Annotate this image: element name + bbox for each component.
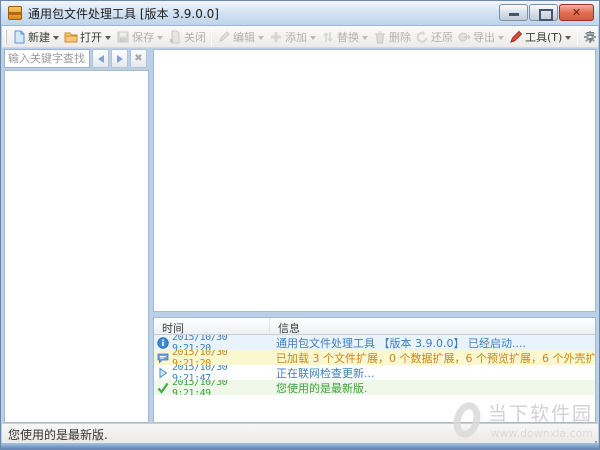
add-plus-icon [269, 30, 283, 44]
toolbar-button-open[interactable]: 打开 [62, 27, 114, 47]
tools-pen-icon [509, 30, 523, 44]
app-window: 通用包文件处理工具 [版本 3.9.0.0] 新建 打开 保存 关闭 [0, 0, 600, 450]
main-content-area[interactable] [153, 49, 596, 312]
window-frame-bottom [1, 443, 599, 449]
maximize-button[interactable] [529, 4, 558, 21]
title-bar[interactable]: 通用包文件处理工具 [版本 3.9.0.0] [1, 1, 599, 26]
log-time: 2015/10/30 9:21:20 [172, 335, 270, 350]
clear-search-button[interactable]: ✖ [130, 49, 147, 68]
play-icon [157, 367, 169, 379]
toolbar-button-new[interactable]: 新建 [10, 27, 62, 47]
info-icon [157, 337, 169, 349]
toolbar-button-close-file[interactable]: 关闭 [166, 27, 208, 47]
toolbar-button-tools[interactable]: 工具(T) [507, 27, 574, 47]
log-row[interactable]: 2015/10/30 9:21:20 已加载 3 个文件扩展，0 个数据扩展，6… [154, 350, 595, 365]
log-time: 2015/10/30 9:21:49 [172, 380, 270, 395]
sidebar-search-row: ✖ [4, 49, 149, 68]
chevron-down-icon[interactable] [51, 29, 60, 45]
close-button[interactable] [559, 4, 594, 21]
clear-x-icon: ✖ [134, 54, 142, 64]
file-tree-panel[interactable] [4, 70, 149, 423]
open-folder-icon [64, 30, 78, 44]
toolbar-button-export[interactable]: 导出 [455, 27, 507, 47]
close-file-icon [168, 30, 182, 44]
column-header-message[interactable]: 信息 [270, 318, 595, 334]
log-message: 通用包文件处理工具 【版本 3.9.0.0】 已经启动.... [270, 335, 595, 350]
save-icon [116, 30, 130, 44]
arrow-left-icon [98, 55, 104, 63]
toolbar: 新建 打开 保存 关闭 编辑 添加 [2, 26, 598, 48]
minimize-button[interactable] [499, 4, 528, 21]
toolbar-button-edit[interactable]: 编辑 [215, 27, 267, 47]
column-header-time[interactable]: 时间 [154, 318, 270, 334]
chevron-down-icon[interactable] [308, 29, 317, 45]
chevron-down-icon[interactable] [155, 29, 164, 45]
log-time: 2015/10/30 9:21:47 [172, 365, 270, 380]
log-message: 正在联网检查更新... [270, 365, 595, 380]
toolbar-button-restore[interactable]: 还原 [413, 27, 455, 47]
toolbar-button-delete[interactable]: 删除 [371, 27, 413, 47]
toolbar-overflow-button[interactable] [585, 30, 596, 44]
comment-icon [157, 352, 169, 364]
toolbar-gripper[interactable] [5, 30, 7, 44]
log-row[interactable]: 2015/10/30 9:21:20 通用包文件处理工具 【版本 3.9.0.0… [154, 335, 595, 350]
status-text: 您使用的是最新版. [8, 428, 108, 442]
toolbar-button-add[interactable]: 添加 [267, 27, 319, 47]
resize-grip[interactable] [587, 437, 597, 447]
export-icon [457, 30, 471, 44]
chevron-down-icon[interactable] [563, 29, 572, 45]
toolbar-separator [577, 29, 578, 45]
log-table-header: 时间 信息 [154, 318, 595, 335]
chevron-down-icon[interactable] [256, 29, 265, 45]
log-row[interactable]: 2015/10/30 9:21:49 您使用的是最新版. [154, 380, 595, 395]
chevron-down-icon[interactable] [496, 29, 505, 45]
toolbar-separator [211, 29, 212, 45]
toolbar-button-save[interactable]: 保存 [114, 27, 166, 47]
check-icon [157, 382, 169, 394]
log-time: 2015/10/30 9:21:20 [172, 350, 270, 365]
status-bar: 您使用的是最新版. [2, 423, 598, 443]
search-input[interactable] [4, 49, 90, 68]
restore-undo-icon [415, 30, 429, 44]
find-next-button[interactable] [111, 49, 128, 68]
chevron-down-icon[interactable] [360, 29, 369, 45]
log-panel[interactable]: 时间 信息 2015/10/30 9:21:20 通用包文件处理工具 【版本 3… [153, 317, 596, 423]
arrow-right-icon [117, 55, 123, 63]
new-file-icon [12, 30, 26, 44]
find-prev-button[interactable] [92, 49, 109, 68]
toolbar-button-replace[interactable]: 替换 [319, 27, 371, 47]
delete-trash-icon [373, 30, 387, 44]
log-message: 您使用的是最新版. [270, 380, 595, 395]
chevron-down-icon[interactable] [103, 29, 112, 45]
log-message: 已加载 3 个文件扩展，0 个数据扩展，6 个预览扩展，6 个外壳扩展，1 个.… [270, 350, 595, 365]
window-title: 通用包文件处理工具 [版本 3.9.0.0] [28, 5, 219, 22]
log-row[interactable]: 2015/10/30 9:21:47 正在联网检查更新... [154, 365, 595, 380]
package-icon [8, 6, 22, 20]
edit-pencil-icon [217, 30, 231, 44]
replace-icon [321, 30, 335, 44]
